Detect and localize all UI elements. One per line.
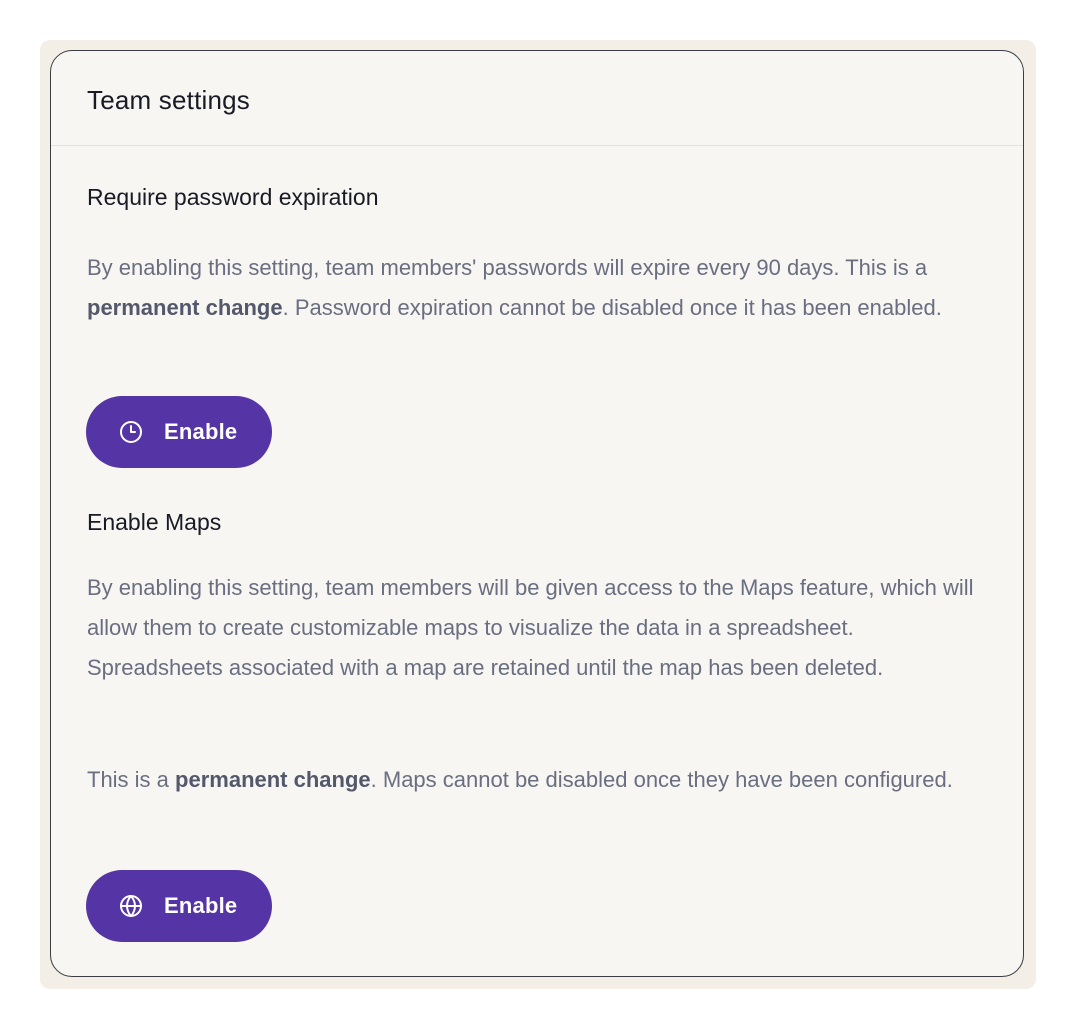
clock-icon	[118, 419, 144, 445]
maps-description: By enabling this setting, team members w…	[87, 575, 974, 680]
password-expiration-text-end: . Password expiration cannot be disabled…	[282, 295, 942, 320]
card-title: Team settings	[87, 85, 251, 115]
password-expiration-emphasis: permanent change	[87, 295, 283, 320]
enable-maps-title: Enable Maps	[87, 509, 222, 535]
maps-notice-emphasis: permanent change	[175, 767, 371, 792]
password-expiration-title: Require password expiration	[87, 184, 379, 210]
maps-notice-text-start: This is a	[87, 767, 176, 792]
maps-permanent-notice: This is a permanent change. Maps cannot …	[87, 760, 989, 800]
card-header: Team settings	[51, 51, 1023, 146]
enable-maps-button[interactable]: Enable	[86, 870, 272, 942]
enable-password-expiration-label: Enable	[164, 419, 238, 444]
maps-notice-text-end: . Maps cannot be disabled once they have…	[370, 767, 953, 792]
password-expiration-text-start: By enabling this setting, team members' …	[87, 255, 928, 280]
password-expiration-description: By enabling this setting, team members' …	[87, 248, 967, 328]
enable-maps-label: Enable	[164, 893, 238, 918]
team-settings-card: Team settings Require password expiratio…	[50, 50, 1024, 977]
enable-password-expiration-button[interactable]: Enable	[86, 396, 272, 468]
globe-icon	[118, 893, 144, 919]
